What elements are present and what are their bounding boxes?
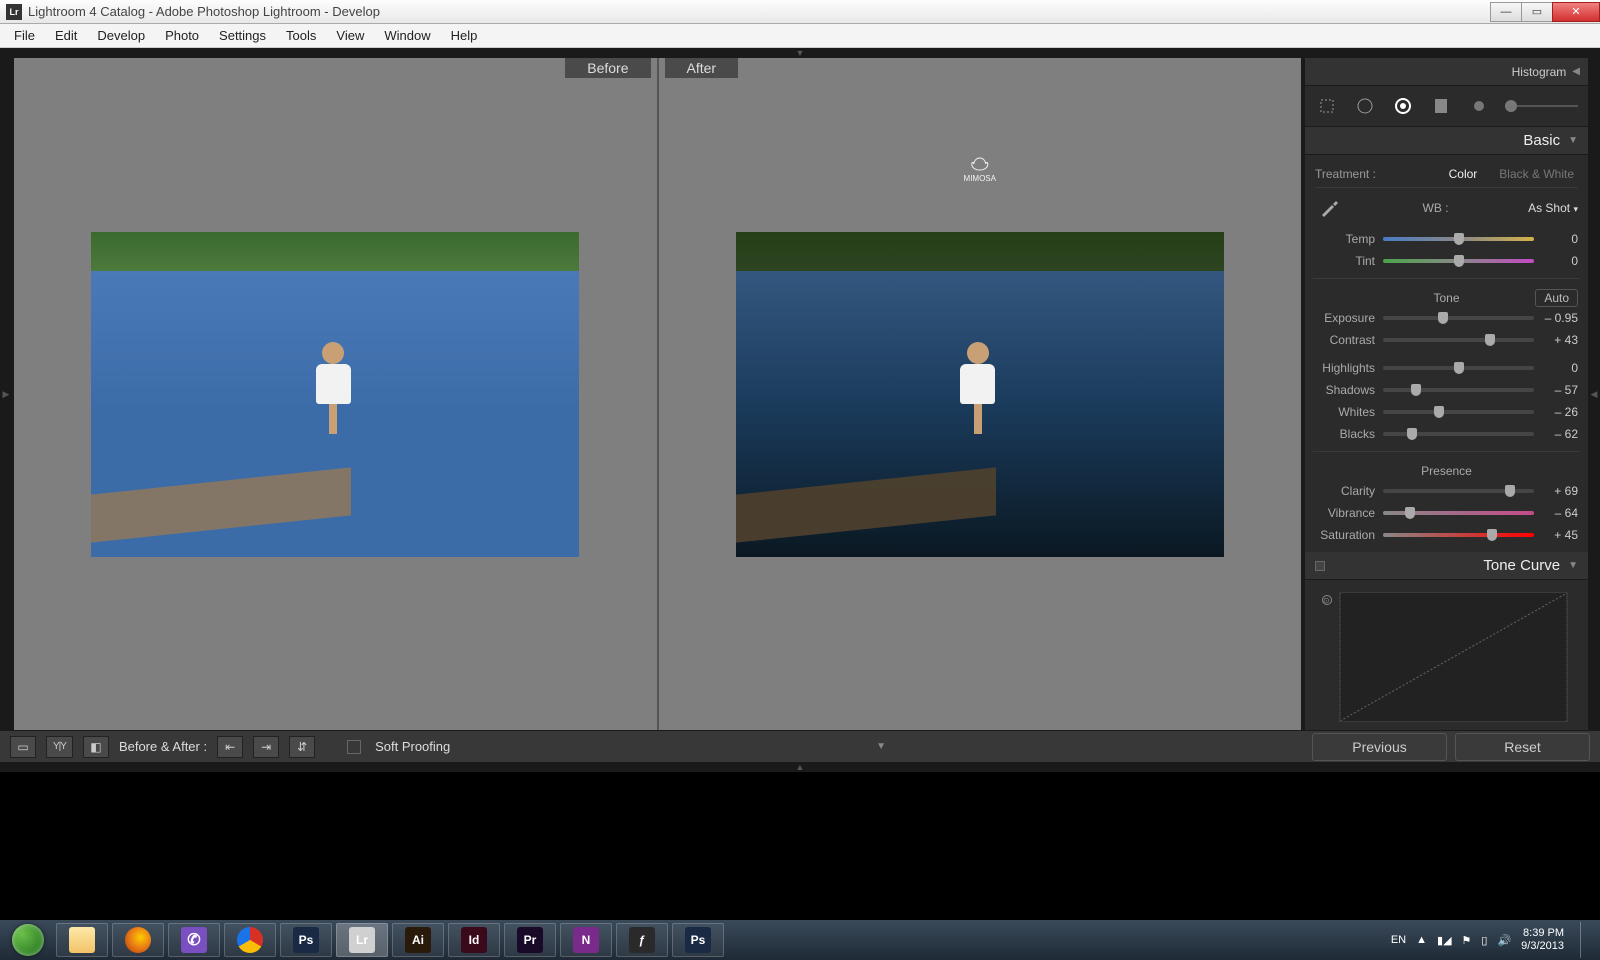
toolbar: ▭ Y|Y ◧ Before & After : ⇤ ⇥ ⇵ Soft Proo… — [0, 730, 1600, 762]
action-center-icon[interactable]: ⚑ — [1462, 934, 1472, 947]
show-desktop-button[interactable] — [1580, 922, 1590, 958]
grad-tool-icon[interactable] — [1429, 94, 1453, 118]
spot-tool-icon[interactable] — [1353, 94, 1377, 118]
swap-both-button[interactable]: ⇵ — [289, 736, 315, 758]
taskbar-lightroom-icon[interactable]: Lr — [336, 923, 388, 957]
before-after-label: Before & After : — [119, 739, 207, 754]
network-icon[interactable]: ▮◢ — [1437, 934, 1452, 947]
soft-proof-checkbox[interactable] — [347, 740, 361, 754]
preview-area: Before After MIMOSA — [14, 58, 1303, 730]
saturation-slider[interactable]: Saturation+ 45 — [1315, 524, 1578, 546]
wb-dropdown[interactable]: As Shot ▾ — [1528, 201, 1578, 215]
shadows-slider[interactable]: Shadows– 57 — [1315, 379, 1578, 401]
contrast-slider[interactable]: Contrast+ 43 — [1315, 329, 1578, 351]
highlights-slider[interactable]: Highlights0 — [1315, 357, 1578, 379]
blacks-slider[interactable]: Blacks– 62 — [1315, 423, 1578, 445]
clock[interactable]: 8:39 PM 9/3/2013 — [1521, 927, 1564, 953]
taskbar-illustrator-icon[interactable]: Ai — [392, 923, 444, 957]
taskbar-photoshop-icon[interactable]: Ps — [280, 923, 332, 957]
app-icon: Lr — [6, 4, 22, 20]
panel-expand-top-icon[interactable]: ▼ — [0, 48, 1600, 58]
lang-indicator[interactable]: EN — [1391, 934, 1406, 946]
taskbar-viber-icon[interactable]: ✆ — [168, 923, 220, 957]
taskbar-onenote-icon[interactable]: N — [560, 923, 612, 957]
menu-photo[interactable]: Photo — [155, 26, 209, 45]
before-photo[interactable] — [91, 232, 579, 557]
taskbar-photoshop2-icon[interactable]: Ps — [672, 923, 724, 957]
reset-button[interactable]: Reset — [1455, 733, 1590, 761]
tone-curve-graph[interactable]: ⊙ — [1339, 592, 1568, 722]
after-pane: After MIMOSA — [659, 58, 1302, 730]
volume-icon[interactable]: 🔊 — [1497, 934, 1511, 947]
maximize-button[interactable]: ▭ — [1521, 2, 1553, 22]
left-panel-expand-icon[interactable]: ▶ — [0, 58, 12, 730]
after-label: After — [665, 58, 739, 78]
right-panel-collapse-icon[interactable]: ◀ — [1588, 58, 1600, 730]
develop-panel: Histogram◀ Basic▼ Treatment : Color Blac… — [1305, 58, 1588, 730]
tray-up-icon[interactable]: ▲ — [1416, 934, 1427, 946]
menubar: FileEditDevelopPhotoSettingsToolsViewWin… — [0, 24, 1600, 48]
menu-tools[interactable]: Tools — [276, 26, 326, 45]
taskbar-indesign-icon[interactable]: Id — [448, 923, 500, 957]
exposure-slider[interactable]: Exposure– 0.95 — [1315, 307, 1578, 329]
tonecurve-section-header[interactable]: Tone Curve▼ — [1305, 552, 1588, 580]
vibrance-slider[interactable]: Vibrance– 64 — [1315, 502, 1578, 524]
treatment-color[interactable]: Color — [1445, 165, 1482, 183]
tone-subhead: Tone Auto — [1315, 285, 1578, 307]
previous-button[interactable]: Previous — [1312, 733, 1447, 761]
battery-icon[interactable]: ▯ — [1481, 934, 1487, 947]
loupe-view-button[interactable]: ▭ — [10, 736, 36, 758]
menu-help[interactable]: Help — [441, 26, 488, 45]
menu-window[interactable]: Window — [374, 26, 440, 45]
auto-tone-button[interactable]: Auto — [1535, 289, 1578, 307]
menu-settings[interactable]: Settings — [209, 26, 276, 45]
window-titlebar: Lr Lightroom 4 Catalog - Adobe Photoshop… — [0, 0, 1600, 24]
taskbar-flash-icon[interactable]: ƒ — [616, 923, 668, 957]
menu-develop[interactable]: Develop — [87, 26, 155, 45]
windows-taskbar: ✆PsLrAiIdPrNƒPs EN ▲ ▮◢ ⚑ ▯ 🔊 8:39 PM 9/… — [0, 920, 1600, 960]
system-tray: EN ▲ ▮◢ ⚑ ▯ 🔊 8:39 PM 9/3/2013 — [1391, 922, 1596, 958]
swap-after-button[interactable]: ⇥ — [253, 736, 279, 758]
before-label: Before — [565, 58, 650, 78]
taskbar-premiere-icon[interactable]: Pr — [504, 923, 556, 957]
tint-slider[interactable]: Tint0 — [1315, 250, 1578, 272]
tonecurve-panel: ⊙ — [1305, 580, 1588, 730]
wb-label: WB : — [1351, 201, 1520, 215]
histogram-header[interactable]: Histogram◀ — [1305, 58, 1588, 86]
tonecurve-toggle-icon[interactable] — [1315, 561, 1325, 571]
tool-strip — [1305, 86, 1588, 127]
swap-before-button[interactable]: ⇤ — [217, 736, 243, 758]
minimize-button[interactable]: — — [1490, 2, 1522, 22]
panel-expand-bottom-icon[interactable]: ▲ — [0, 762, 1600, 772]
brush-tool-icon[interactable] — [1467, 94, 1491, 118]
whites-slider[interactable]: Whites– 26 — [1315, 401, 1578, 423]
window-title: Lightroom 4 Catalog - Adobe Photoshop Li… — [28, 4, 380, 19]
before-after-yy-button[interactable]: Y|Y — [46, 736, 73, 758]
before-after-split-button[interactable]: ◧ — [83, 736, 109, 758]
wb-eyedropper-icon[interactable] — [1315, 194, 1343, 222]
close-button[interactable]: ✕ — [1552, 2, 1600, 22]
menu-view[interactable]: View — [326, 26, 374, 45]
crop-tool-icon[interactable] — [1315, 94, 1339, 118]
treatment-row: Treatment : Color Black & White — [1315, 161, 1578, 188]
basic-section-header[interactable]: Basic▼ — [1305, 127, 1588, 155]
redeye-tool-icon[interactable] — [1391, 94, 1415, 118]
clarity-slider[interactable]: Clarity+ 69 — [1315, 480, 1578, 502]
watermark-icon: MIMOSA — [964, 156, 996, 183]
after-photo[interactable] — [736, 232, 1224, 557]
start-button[interactable] — [4, 922, 52, 958]
target-adjust-icon[interactable]: ⊙ — [1322, 595, 1332, 605]
soft-proof-label: Soft Proofing — [375, 739, 450, 754]
before-pane: Before — [14, 58, 659, 730]
taskbar-explorer-icon[interactable] — [56, 923, 108, 957]
taskbar-chrome-icon[interactable] — [224, 923, 276, 957]
presence-subhead: Presence — [1315, 458, 1578, 480]
treatment-bw[interactable]: Black & White — [1495, 165, 1578, 183]
taskbar-firefox-icon[interactable] — [112, 923, 164, 957]
menu-file[interactable]: File — [4, 26, 45, 45]
menu-edit[interactable]: Edit — [45, 26, 87, 45]
toolbar-menu-icon[interactable]: ▼ — [876, 741, 886, 752]
temp-slider[interactable]: Temp0 — [1315, 228, 1578, 250]
brush-size-slider[interactable] — [1505, 105, 1578, 107]
